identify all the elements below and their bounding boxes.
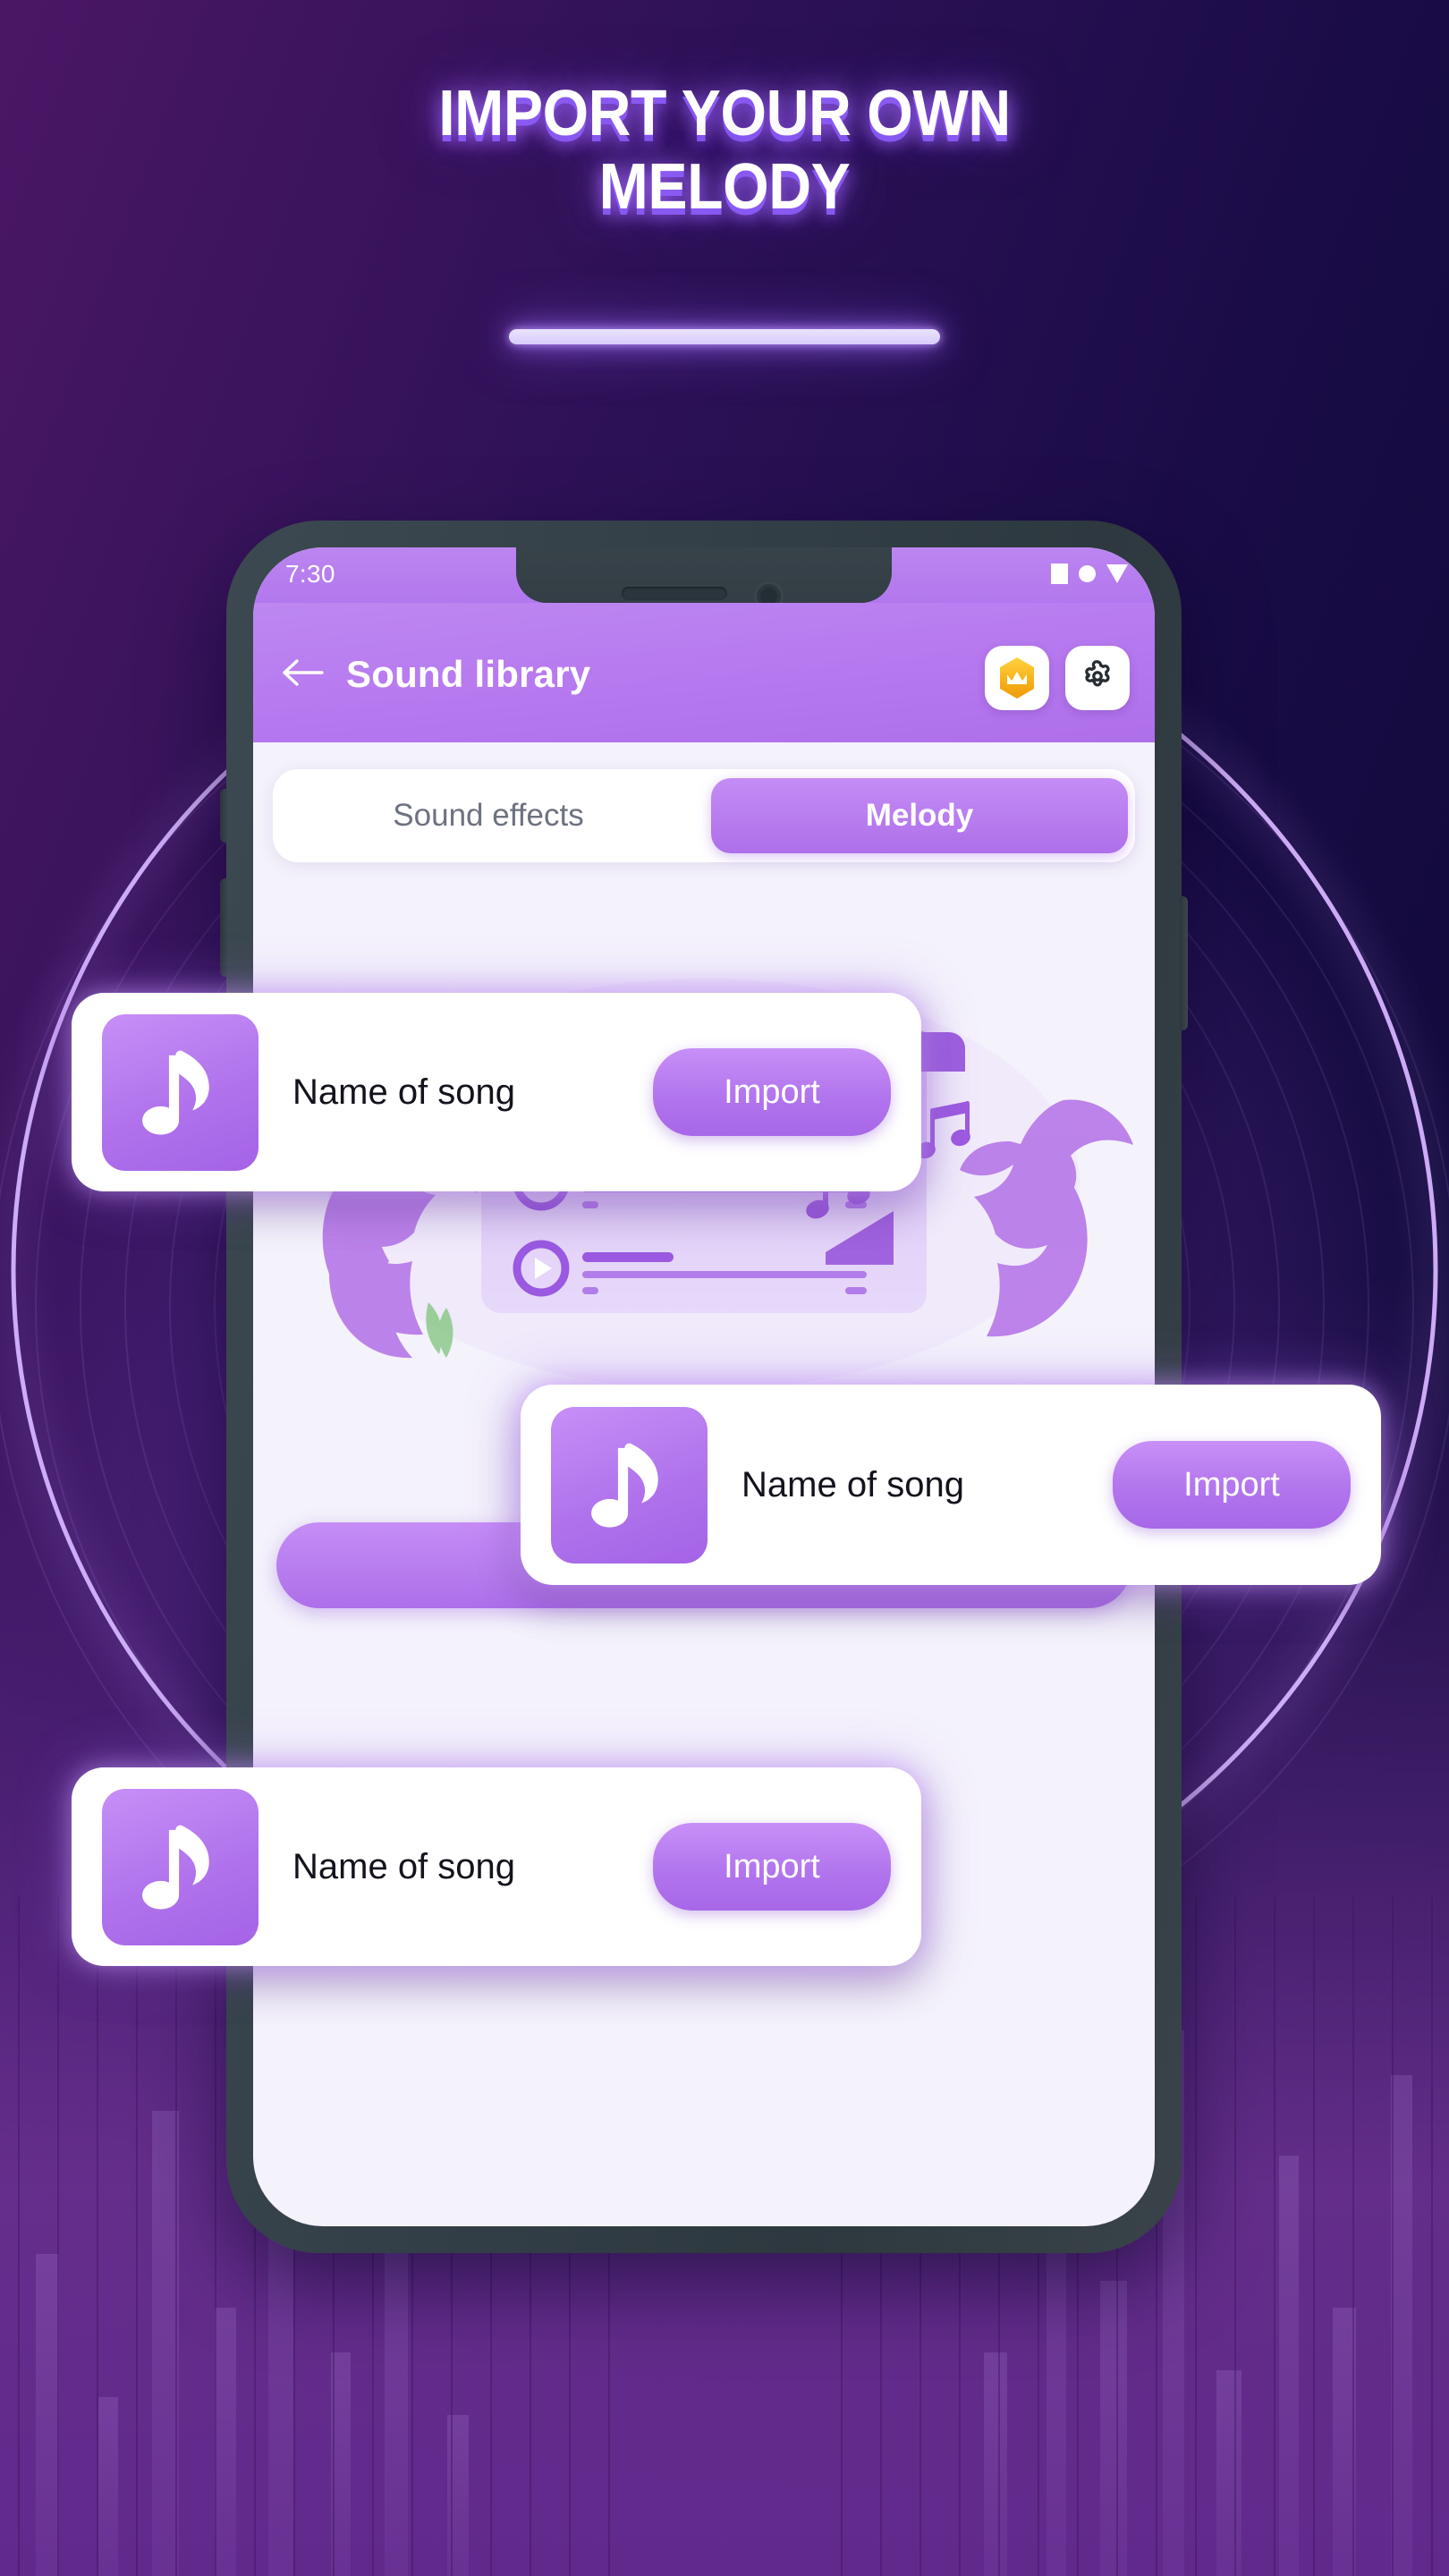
crown-badge-icon [997, 657, 1037, 699]
triangle-down-icon [1106, 564, 1128, 583]
phone-notch [516, 547, 892, 611]
import-button[interactable]: Import [1113, 1441, 1351, 1529]
tab-sound-effects-label: Sound effects [393, 798, 584, 833]
headline-line-2: MELODY [598, 151, 851, 224]
headline-line-1: IMPORT YOUR OWN [438, 78, 1011, 149]
page-title-text: Sound library [346, 653, 591, 695]
status-bar-icons [1051, 564, 1128, 584]
promo-screenshot: IMPORT YOUR OWN MELODY 7:30 Sound librar… [0, 0, 1449, 2576]
song-card[interactable]: Name of song Import [72, 993, 921, 1191]
music-note-icon [102, 1788, 258, 1945]
page-title: IMPORT YOUR OWN MELODY [58, 77, 1391, 224]
app-header: Sound library [253, 603, 1155, 742]
tab-sound-effects[interactable]: Sound effects [280, 778, 697, 853]
phone-side-button-mute [220, 789, 228, 843]
gear-icon [1078, 657, 1117, 700]
import-button[interactable]: Import [653, 1048, 891, 1136]
earpiece-speaker [622, 587, 727, 600]
import-button[interactable]: Import [653, 1823, 891, 1911]
arrow-left-icon[interactable] [282, 658, 325, 687]
header-action-buttons [985, 646, 1130, 710]
song-card[interactable]: Name of song Import [521, 1385, 1381, 1585]
music-note-icon [551, 1406, 708, 1563]
import-button-label: Import [724, 1847, 820, 1885]
square-icon [1051, 564, 1068, 584]
tab-melody-label: Melody [865, 798, 974, 833]
tab-melody[interactable]: Melody [711, 778, 1128, 853]
import-button-label: Import [724, 1072, 820, 1111]
settings-button[interactable] [1065, 646, 1130, 710]
import-button-label: Import [1183, 1465, 1280, 1504]
music-note-icon [102, 1013, 258, 1171]
status-bar: 7:30 [253, 547, 1155, 611]
phone-side-button-volume-up [220, 878, 228, 977]
phone-side-button-power [1180, 896, 1188, 1030]
song-card[interactable]: Name of song Import [72, 1767, 921, 1966]
circle-icon [1079, 565, 1096, 582]
song-name: Name of song [292, 1072, 516, 1112]
song-name: Name of song [292, 1846, 516, 1886]
premium-button[interactable] [985, 646, 1049, 710]
tab-bar: Sound effects Melody [273, 769, 1135, 862]
headline-divider [509, 329, 940, 344]
status-bar-time: 7:30 [285, 560, 335, 588]
song-name: Name of song [741, 1464, 965, 1504]
